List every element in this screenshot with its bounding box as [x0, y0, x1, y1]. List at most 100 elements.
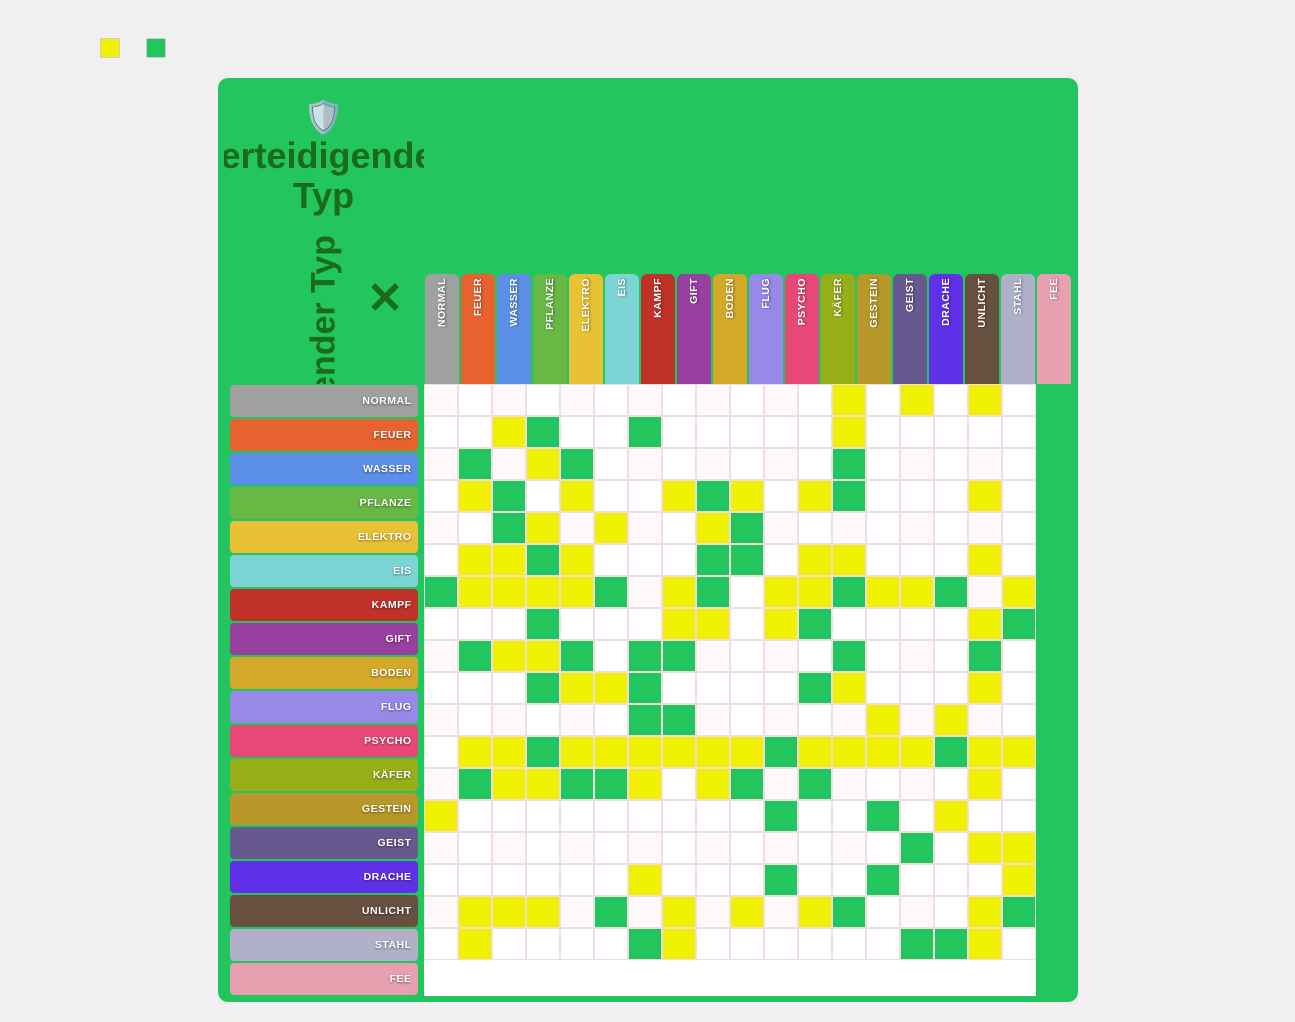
cell-6-9: [730, 576, 764, 608]
col-header-drache: DRACHE: [929, 274, 963, 384]
grid-row-17: [424, 928, 1036, 960]
cell-14-1: [458, 832, 492, 864]
cell-15-11: [798, 864, 832, 896]
cell-10-4: [560, 704, 594, 736]
cell-12-17: [1002, 768, 1036, 800]
cell-17-8: [696, 928, 730, 960]
cell-16-5: [594, 896, 628, 928]
cell-13-5: [594, 800, 628, 832]
col-header-wasser: WASSER: [497, 274, 531, 384]
cell-5-3: [526, 544, 560, 576]
cell-12-0: [424, 768, 458, 800]
cell-0-5: [594, 384, 628, 416]
row-headers: NORMALFEUERWASSERPFLANZEELEKTROEISKAMPFG…: [224, 384, 424, 996]
grid-row-9: [424, 672, 1036, 704]
cell-10-8: [696, 704, 730, 736]
cell-10-2: [492, 704, 526, 736]
cell-13-1: [458, 800, 492, 832]
cell-9-8: [696, 672, 730, 704]
cell-0-13: [866, 384, 900, 416]
cell-2-15: [934, 448, 968, 480]
col-header-flug: FLUG: [749, 274, 783, 384]
cell-0-14: [900, 384, 934, 416]
cell-11-17: [1002, 736, 1036, 768]
cell-16-9: [730, 896, 764, 928]
cell-10-12: [832, 704, 866, 736]
cell-14-17: [1002, 832, 1036, 864]
cell-4-3: [526, 512, 560, 544]
cell-7-4: [560, 608, 594, 640]
cell-2-5: [594, 448, 628, 480]
cell-12-10: [764, 768, 798, 800]
cell-1-12: [832, 416, 866, 448]
grid-row-2: [424, 448, 1036, 480]
row-header-gestein: GESTEIN: [230, 793, 418, 825]
cell-16-7: [662, 896, 696, 928]
header: [20, 20, 1275, 68]
cell-3-3: [526, 480, 560, 512]
cell-13-3: [526, 800, 560, 832]
cell-3-5: [594, 480, 628, 512]
cell-5-15: [934, 544, 968, 576]
cell-0-8: [696, 384, 730, 416]
grid-row-10: [424, 704, 1036, 736]
grid-row-13: [424, 800, 1036, 832]
cell-2-14: [900, 448, 934, 480]
page-container: 🛡️ VerteidigenderTyp ✕ Angreifender Typ …: [0, 0, 1295, 1022]
cell-4-0: [424, 512, 458, 544]
cell-8-3: [526, 640, 560, 672]
cell-1-2: [492, 416, 526, 448]
cell-2-17: [1002, 448, 1036, 480]
col-header-boden: BODEN: [713, 274, 747, 384]
col-header-gestein: GESTEIN: [857, 274, 891, 384]
col-header-normal: NORMAL: [425, 274, 459, 384]
cell-17-11: [798, 928, 832, 960]
column-headers: NORMALFEUERWASSERPFLANZEELEKTROEISKAMPFG…: [424, 274, 1072, 384]
cell-1-10: [764, 416, 798, 448]
col-header-stahl: STAHL: [1001, 274, 1035, 384]
cell-11-15: [934, 736, 968, 768]
cell-9-10: [764, 672, 798, 704]
cell-8-4: [560, 640, 594, 672]
grid-row-0: [424, 384, 1036, 416]
cell-13-10: [764, 800, 798, 832]
cell-14-2: [492, 832, 526, 864]
cell-8-7: [662, 640, 696, 672]
grid-row-6: [424, 576, 1036, 608]
cell-3-13: [866, 480, 900, 512]
cell-13-12: [832, 800, 866, 832]
cell-6-0: [424, 576, 458, 608]
cell-15-12: [832, 864, 866, 896]
col-header-feuer: FEUER: [461, 274, 495, 384]
cell-14-7: [662, 832, 696, 864]
cell-0-12: [832, 384, 866, 416]
cell-4-10: [764, 512, 798, 544]
cell-0-7: [662, 384, 696, 416]
cell-15-4: [560, 864, 594, 896]
cell-3-17: [1002, 480, 1036, 512]
cell-15-7: [662, 864, 696, 896]
grid-row-14: [424, 832, 1036, 864]
cell-1-9: [730, 416, 764, 448]
grid-row-11: [424, 736, 1036, 768]
cell-7-11: [798, 608, 832, 640]
grid-row-7: [424, 608, 1036, 640]
cell-13-4: [560, 800, 594, 832]
cell-15-13: [866, 864, 900, 896]
cell-4-14: [900, 512, 934, 544]
cell-2-2: [492, 448, 526, 480]
cell-12-5: [594, 768, 628, 800]
cell-7-12: [832, 608, 866, 640]
attacking-typ-label: Angreifender Typ: [304, 235, 343, 384]
legend-yellow-box: [100, 38, 120, 58]
cell-1-16: [968, 416, 1002, 448]
cell-0-10: [764, 384, 798, 416]
cell-16-17: [1002, 896, 1036, 928]
cell-6-6: [628, 576, 662, 608]
cell-17-6: [628, 928, 662, 960]
cell-6-7: [662, 576, 696, 608]
cell-17-2: [492, 928, 526, 960]
cell-6-5: [594, 576, 628, 608]
cell-1-14: [900, 416, 934, 448]
cell-16-4: [560, 896, 594, 928]
